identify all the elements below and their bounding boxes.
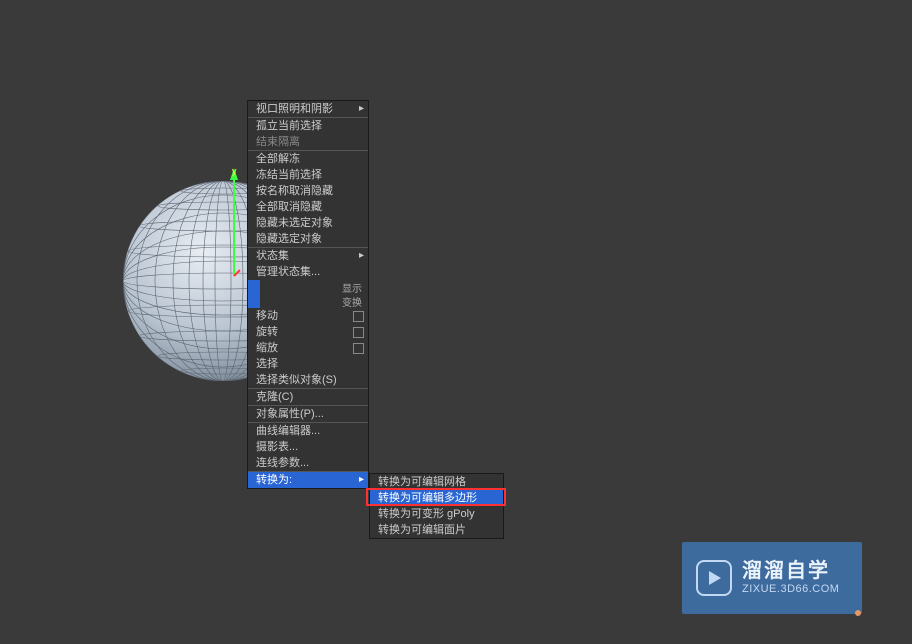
- menu-hide-unselected[interactable]: 隐藏未选定对象: [248, 215, 368, 231]
- menu-state-sets[interactable]: 状态集: [248, 248, 368, 264]
- menu-freeze-selection[interactable]: 冻结当前选择: [248, 167, 368, 183]
- submenu-editable-mesh[interactable]: 转换为可编辑网格: [370, 474, 503, 490]
- menu-clone[interactable]: 克隆(C): [248, 389, 368, 405]
- menu-manage-state-sets[interactable]: 管理状态集...: [248, 264, 368, 280]
- context-menu: 视口照明和阴影 孤立当前选择 结束隔离 全部解冻 冻结当前选择 按名称取消隐藏 …: [247, 100, 369, 489]
- submenu-deformable-gpoly[interactable]: 转换为可变形 gPoly: [370, 506, 503, 522]
- menu-move[interactable]: 移动: [248, 308, 368, 324]
- submenu-editable-patch[interactable]: 转换为可编辑面片: [370, 522, 503, 538]
- menu-select[interactable]: 选择: [248, 356, 368, 372]
- menu-select-similar[interactable]: 选择类似对象(S): [248, 372, 368, 388]
- menu-isolate-selection[interactable]: 孤立当前选择: [248, 118, 368, 134]
- convert-to-submenu: 转换为可编辑网格 转换为可编辑多边形 转换为可变形 gPoly 转换为可编辑面片: [369, 473, 504, 539]
- menu-curve-editor[interactable]: 曲线编辑器...: [248, 423, 368, 439]
- menu-wire-parameters[interactable]: 连线参数...: [248, 455, 368, 471]
- menu-rotate[interactable]: 旋转: [248, 324, 368, 340]
- menu-unhide-by-name[interactable]: 按名称取消隐藏: [248, 183, 368, 199]
- watermark-subtitle: ZIXUE.3D66.COM: [742, 583, 839, 596]
- watermark-badge: 溜溜自学 ZIXUE.3D66.COM: [682, 542, 862, 614]
- menu-section-display: 显示: [248, 280, 368, 294]
- watermark-title: 溜溜自学: [742, 559, 839, 583]
- menu-unhide-all[interactable]: 全部取消隐藏: [248, 199, 368, 215]
- menu-unfreeze-all[interactable]: 全部解冻: [248, 151, 368, 167]
- menu-convert-to[interactable]: 转换为:: [248, 472, 368, 488]
- blue-marker-icon: [248, 280, 260, 294]
- watermark-text: 溜溜自学 ZIXUE.3D66.COM: [742, 559, 839, 596]
- menu-object-properties[interactable]: 对象属性(P)...: [248, 406, 368, 422]
- blue-marker-icon: [248, 294, 260, 308]
- menu-viewport-lighting[interactable]: 视口照明和阴影: [248, 101, 368, 117]
- submenu-editable-poly[interactable]: 转换为可编辑多边形: [370, 490, 503, 506]
- menu-section-transform: 变换: [248, 294, 368, 308]
- menu-dopesheet[interactable]: 摄影表...: [248, 439, 368, 455]
- play-icon: [696, 560, 732, 596]
- menu-end-isolate: 结束隔离: [248, 134, 368, 150]
- watermark-dot-icon: [855, 610, 861, 616]
- menu-scale[interactable]: 缩放: [248, 340, 368, 356]
- menu-hide-selected[interactable]: 隐藏选定对象: [248, 231, 368, 247]
